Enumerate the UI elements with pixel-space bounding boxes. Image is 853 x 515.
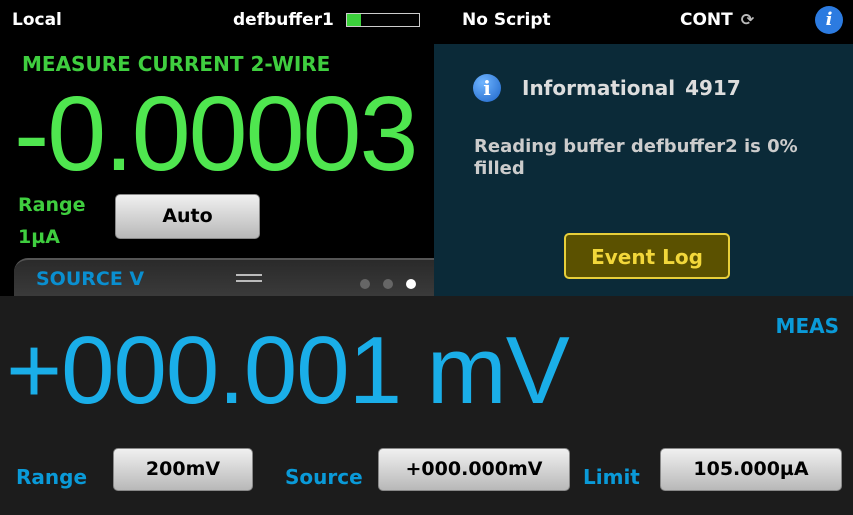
source-value-label: Source (285, 465, 363, 489)
script-indicator[interactable]: No Script (462, 0, 582, 40)
event-log-button[interactable]: Event Log (564, 233, 730, 279)
trigger-mode-indicator[interactable]: CONT ⟳ (680, 0, 790, 40)
measure-reading: -0.00003 (14, 75, 418, 193)
source-value-button[interactable]: +000.000mV (378, 448, 570, 491)
drag-handle-icon[interactable] (236, 274, 262, 286)
event-message: Reading buffer defbuffer2 is 0% filled (474, 136, 798, 179)
meas-tag: MEAS (775, 314, 839, 338)
page-dot-active (406, 279, 416, 289)
source-panel: MEAS +000.001 mV Range 200mV Source +000… (0, 296, 853, 515)
measure-function-label[interactable]: MEASURE CURRENT 2-WIRE (22, 52, 330, 76)
event-code: 4917 (685, 76, 741, 100)
buffer-fill-bar (345, 13, 420, 27)
measure-range-label: Range (18, 194, 86, 216)
page-indicator (360, 274, 429, 293)
source-range-button[interactable]: 200mV (113, 448, 253, 491)
measure-range-button[interactable]: Auto (115, 194, 260, 239)
limit-button[interactable]: 105.000µA (660, 448, 842, 491)
page-dot (383, 279, 393, 289)
event-popup: i Informational 4917 Reading buffer defbu… (434, 44, 853, 296)
measure-range-value: 1µA (18, 226, 60, 248)
mode-indicator[interactable]: Local (12, 0, 92, 40)
buffer-fill-level (346, 14, 362, 26)
info-icon: i (473, 74, 501, 102)
page-dot (360, 279, 370, 289)
buffer-name: defbuffer1 (233, 10, 334, 30)
source-reading: +000.001 mV (6, 317, 570, 424)
measure-panel: MEASURE CURRENT 2-WIRE -0.00003 Range 1µ… (0, 44, 434, 296)
trigger-mode-label: CONT (680, 10, 733, 30)
source-range-label: Range (16, 465, 88, 489)
buffer-indicator[interactable]: defbuffer1 (233, 0, 448, 40)
source-tab-label: SOURCE V (36, 268, 145, 290)
event-type: Informational (522, 76, 676, 100)
refresh-icon: ⟳ (740, 10, 755, 29)
source-swipe-tab[interactable]: SOURCE V (14, 258, 434, 296)
limit-label: Limit (583, 465, 640, 489)
event-title: Informational 4917 (522, 76, 741, 100)
info-icon[interactable]: i (815, 6, 843, 34)
status-bar: Local defbuffer1 No Script CONT ⟳ i (0, 0, 853, 40)
